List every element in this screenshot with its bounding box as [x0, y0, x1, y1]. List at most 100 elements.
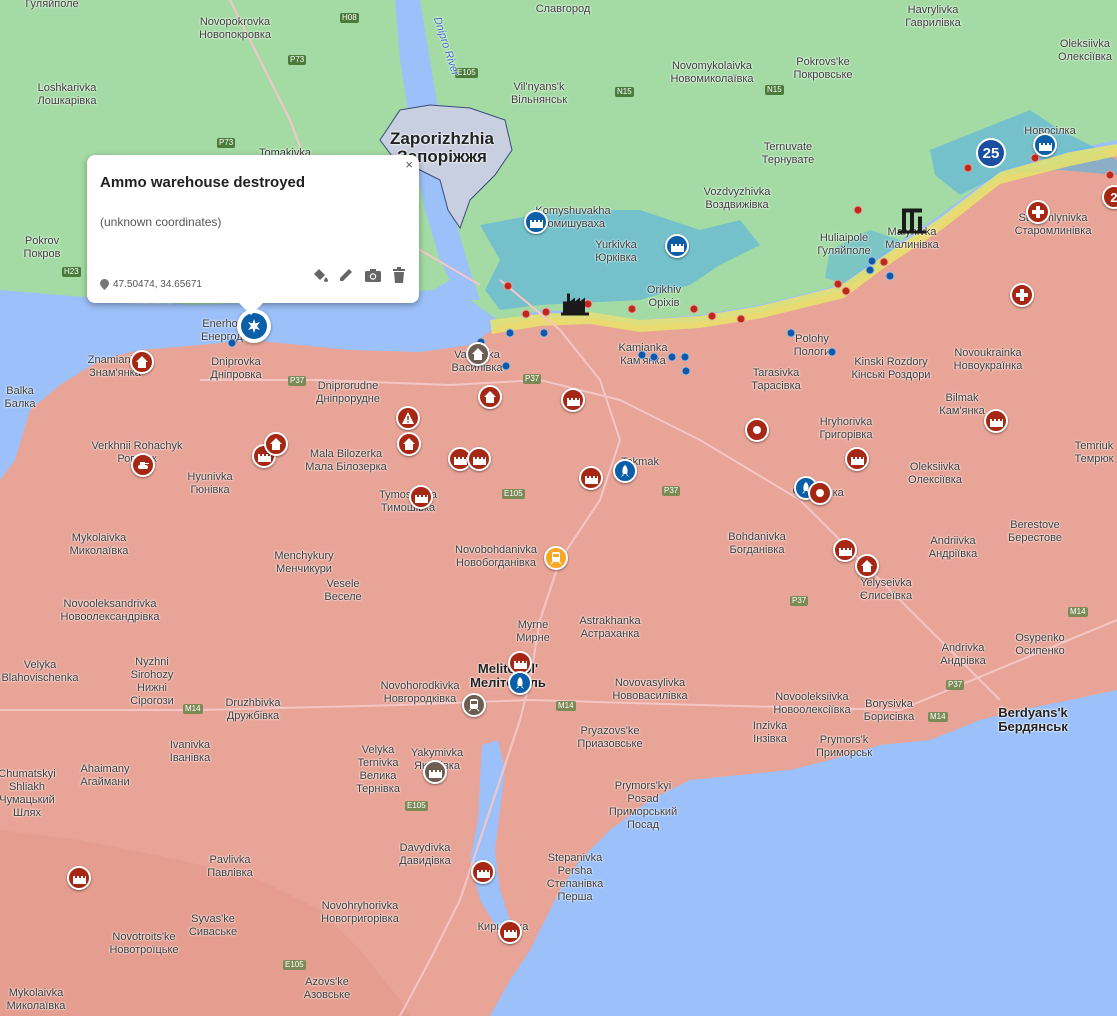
- train-marker[interactable]: [544, 546, 568, 570]
- frontline-dot[interactable]: [963, 163, 973, 173]
- castle-icon: [415, 495, 428, 503]
- road-label: E105: [405, 801, 428, 811]
- fort-marker[interactable]: [845, 447, 869, 471]
- popup-description: (unknown coordinates): [100, 215, 222, 229]
- frontline-dot[interactable]: [227, 338, 237, 348]
- road-label: M14: [1068, 607, 1088, 617]
- popup-title: Ammo warehouse destroyed: [100, 174, 306, 191]
- frontline-dot[interactable]: [505, 328, 515, 338]
- frontline-dot[interactable]: [833, 279, 843, 289]
- house-marker[interactable]: [466, 342, 490, 366]
- castle-icon: [851, 457, 864, 465]
- frontline-dot[interactable]: [865, 265, 875, 275]
- frontline-dot[interactable]: [853, 205, 863, 215]
- castle-icon: [990, 419, 1003, 427]
- explosion-icon: [816, 489, 824, 497]
- castle-icon: [530, 220, 543, 228]
- add-photo-button[interactable]: [364, 266, 382, 284]
- frontline-dot[interactable]: [501, 361, 511, 371]
- info-popup: × Ammo warehouse destroyed (unknown coor…: [87, 155, 419, 315]
- frontline-dot[interactable]: [879, 257, 889, 267]
- train-marker[interactable]: [462, 693, 486, 717]
- frontline-dot[interactable]: [541, 307, 551, 317]
- warning-marker[interactable]: [396, 406, 420, 430]
- fort-marker[interactable]: [471, 860, 495, 884]
- fort-marker[interactable]: [524, 210, 548, 234]
- road-label: P37: [946, 680, 965, 690]
- fort-marker[interactable]: [498, 920, 522, 944]
- frontline-dot[interactable]: [841, 286, 851, 296]
- castle-icon: [454, 457, 467, 465]
- trash-icon: [393, 267, 405, 283]
- frontline-dot[interactable]: [521, 309, 531, 319]
- frontline-dot[interactable]: [867, 256, 877, 266]
- house-icon: [136, 356, 148, 368]
- fort-marker[interactable]: [409, 485, 433, 509]
- house-icon: [484, 391, 496, 403]
- rocket-icon: [621, 465, 629, 477]
- fort-marker[interactable]: [665, 234, 689, 258]
- frontline-dot[interactable]: [786, 328, 796, 338]
- castle-icon: [671, 244, 684, 252]
- road-label: N15: [765, 85, 784, 95]
- camera-icon: [365, 269, 381, 282]
- road-label: E105: [283, 960, 306, 970]
- tank-icon: [138, 462, 149, 469]
- tank-marker[interactable]: [131, 453, 155, 477]
- fort-marker[interactable]: [423, 760, 447, 784]
- fort-marker[interactable]: [467, 447, 491, 471]
- close-button[interactable]: ×: [405, 157, 413, 172]
- house-marker[interactable]: [130, 350, 154, 374]
- frontline-dot[interactable]: [649, 352, 659, 362]
- location-pin-icon: [100, 279, 109, 290]
- fort-marker[interactable]: [1033, 133, 1057, 157]
- frontline-dot[interactable]: [627, 304, 637, 314]
- frontline-dot[interactable]: [885, 271, 895, 281]
- house-icon: [472, 348, 484, 360]
- road-label: M14: [556, 701, 576, 711]
- fort-marker[interactable]: [561, 388, 585, 412]
- factory-icon: [561, 293, 589, 316]
- fort-marker[interactable]: [984, 409, 1008, 433]
- explosion-marker[interactable]: [808, 481, 832, 505]
- frontline-dot[interactable]: [707, 311, 717, 321]
- fort-marker[interactable]: [67, 866, 91, 890]
- castle-icon: [585, 476, 598, 484]
- factory-marker[interactable]: [561, 290, 589, 321]
- rocket-marker[interactable]: [508, 671, 532, 695]
- house-marker[interactable]: [478, 385, 502, 409]
- castle-icon: [514, 661, 527, 669]
- style-button[interactable]: [311, 266, 329, 284]
- explosion-marker[interactable]: [745, 418, 769, 442]
- marker-cluster[interactable]: 25: [976, 138, 1006, 168]
- frontline-dot[interactable]: [736, 314, 746, 324]
- fort-marker[interactable]: [579, 466, 603, 490]
- train-icon: [468, 699, 480, 712]
- frontline-dot[interactable]: [539, 328, 549, 338]
- castle-icon: [73, 876, 86, 884]
- frontline-dot[interactable]: [681, 366, 691, 376]
- frontline-dot[interactable]: [1105, 170, 1115, 180]
- house-marker[interactable]: [264, 432, 288, 456]
- frontline-dot[interactable]: [637, 350, 647, 360]
- medical-marker[interactable]: [1010, 283, 1034, 307]
- frontline-dot[interactable]: [667, 352, 677, 362]
- paint-bucket-icon: [314, 269, 328, 282]
- frontline-dot[interactable]: [503, 281, 513, 291]
- rocket-marker[interactable]: [613, 459, 637, 483]
- factory-marker[interactable]: [898, 205, 926, 240]
- frontline-dot[interactable]: [689, 304, 699, 314]
- road-label: M14: [183, 704, 203, 714]
- edit-button[interactable]: [337, 266, 355, 284]
- house-icon: [270, 438, 282, 450]
- house-marker[interactable]: [855, 554, 879, 578]
- delete-button[interactable]: [390, 266, 408, 284]
- frontline-dot[interactable]: [827, 347, 837, 357]
- frontline-dot[interactable]: [680, 352, 690, 362]
- house-marker[interactable]: [397, 432, 421, 456]
- castle-icon: [473, 457, 486, 465]
- medical-marker[interactable]: [1026, 200, 1050, 224]
- map-canvas[interactable]: [0, 0, 1117, 1016]
- fort-marker[interactable]: [833, 538, 857, 562]
- cross-icon: [1016, 289, 1028, 301]
